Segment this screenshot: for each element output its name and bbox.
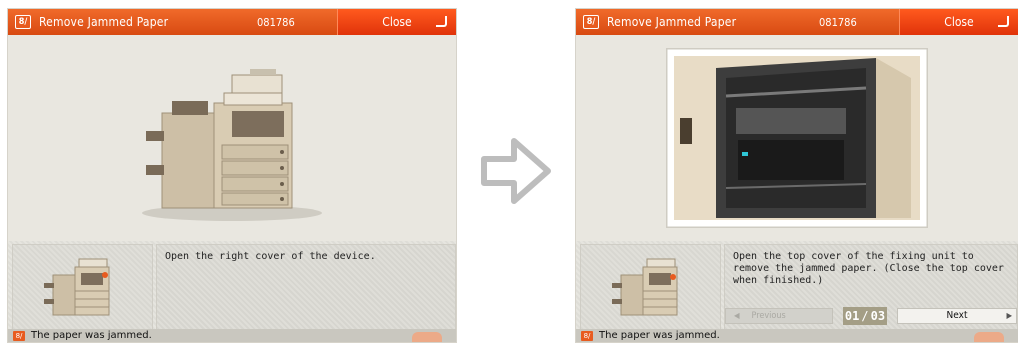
page-indicator: 01/03: [843, 307, 887, 325]
fixing-unit-illustration: [576, 35, 1018, 240]
status-bar: 8/ The paper was jammed.: [8, 329, 456, 342]
close-button[interactable]: Close: [899, 9, 1018, 35]
location-thumbnail: [580, 244, 721, 330]
page-separator: /: [861, 309, 869, 323]
instruction-text: Open the top cover of the fixing unit to…: [733, 251, 1004, 286]
left-screen: 8/ Remove Jammed Paper 081786 Close Open…: [7, 8, 457, 343]
next-button-label: Next: [946, 310, 968, 321]
screen-title: Remove Jammed Paper: [39, 15, 169, 29]
page-current: 01: [844, 309, 860, 323]
close-button-label: Close: [944, 15, 974, 29]
right-screen: 8/ Remove Jammed Paper 081786 Close Open…: [575, 8, 1018, 343]
printer-image: [142, 68, 322, 221]
status-monitor-button[interactable]: [974, 332, 1004, 342]
enter-icon: [998, 16, 1009, 27]
right-triangle-icon: ▶: [1006, 311, 1012, 320]
screen-title: Remove Jammed Paper: [607, 15, 737, 29]
jam-icon: 8/: [13, 330, 25, 341]
status-monitor-button[interactable]: [412, 332, 442, 342]
status-message: The paper was jammed.: [599, 330, 720, 341]
job-code: 081786: [257, 15, 295, 29]
enter-icon: [436, 16, 447, 27]
left-triangle-icon: ◀: [734, 311, 740, 320]
previous-button[interactable]: ◀ Previous: [725, 308, 833, 324]
job-code: 081786: [819, 15, 857, 29]
instruction-text: Open the right cover of the device.: [156, 244, 456, 330]
title-bar: 8/ Remove Jammed Paper 081786 Close: [8, 9, 456, 35]
info-bar: Open the right cover of the device.: [8, 241, 456, 331]
info-bar: Open the top cover of the fixing unit to…: [576, 241, 1018, 331]
title-bar: 8/ Remove Jammed Paper 081786 Close: [576, 9, 1018, 35]
instruction-panel: Open the top cover of the fixing unit to…: [724, 244, 1018, 330]
status-bar: 8/ The paper was jammed.: [576, 329, 1018, 342]
right-arrow-icon: [476, 135, 556, 207]
page-navigation: ◀ Previous 01/03 Next ▶: [725, 307, 1017, 325]
jam-icon: 8/: [583, 15, 599, 29]
next-button[interactable]: Next ▶: [897, 308, 1017, 324]
close-button[interactable]: Close: [337, 9, 456, 35]
printer-illustration: [8, 35, 456, 240]
status-message: The paper was jammed.: [31, 330, 152, 341]
close-button-label: Close: [382, 15, 412, 29]
location-thumbnail: [12, 244, 153, 330]
page-total: 03: [870, 309, 886, 323]
fixing-unit-image: [666, 47, 928, 228]
previous-button-label: Previous: [751, 311, 786, 321]
jam-icon: 8/: [15, 15, 31, 29]
jam-icon: 8/: [581, 330, 593, 341]
